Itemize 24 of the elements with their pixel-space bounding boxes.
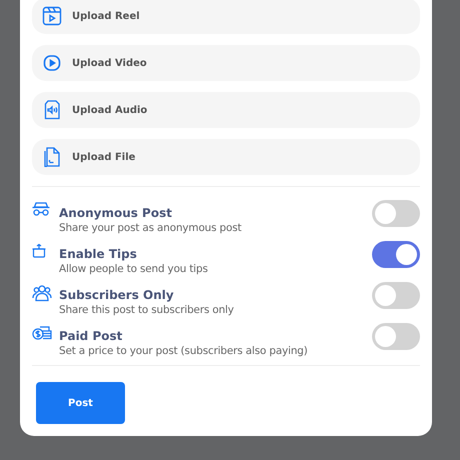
option-description: Allow people to send you tips xyxy=(59,262,209,274)
option-description: Share your post as anonymous post xyxy=(59,222,242,234)
option-title: Paid Post xyxy=(59,328,124,342)
toggle-switch[interactable] xyxy=(372,323,420,350)
people-icon xyxy=(32,284,52,302)
option-title: Anonymous Post xyxy=(59,206,173,220)
spy-glasses-icon xyxy=(32,202,50,216)
post-button[interactable]: Post xyxy=(36,382,125,424)
option-title: Subscribers Only xyxy=(59,288,175,302)
toggle-switch[interactable] xyxy=(372,282,420,309)
option-title: Enable Tips xyxy=(59,246,138,260)
upload-option[interactable]: Upload Video xyxy=(32,45,420,81)
clapperboard-icon xyxy=(42,6,62,26)
coins-icon xyxy=(32,325,52,341)
document-icon xyxy=(42,147,62,167)
play-icon xyxy=(42,54,62,72)
upload-option[interactable]: Upload Audio xyxy=(32,92,420,128)
option-description: Set a price to your post (subscribers also paying) xyxy=(59,344,309,356)
upload-option[interactable]: Upload Reel xyxy=(32,0,420,34)
upload-option[interactable]: Upload File xyxy=(32,139,420,175)
toggle-switch[interactable] xyxy=(372,241,420,268)
toggle-switch[interactable] xyxy=(372,200,420,227)
audio-file-icon xyxy=(42,100,62,120)
option-description: Share this post to subscribers only xyxy=(59,304,235,316)
